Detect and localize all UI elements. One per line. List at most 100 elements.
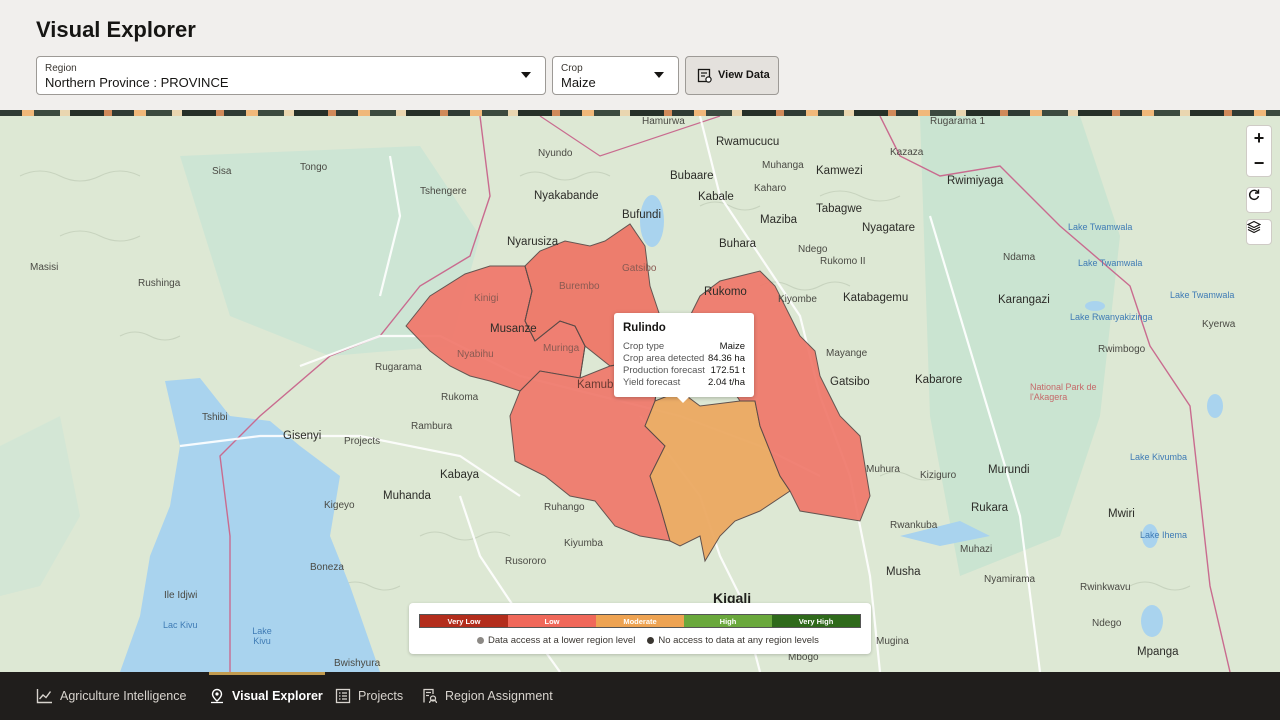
place-label: Tongo	[300, 162, 328, 173]
place-label: Nyarusiza	[507, 236, 559, 248]
place-label: Murundi	[988, 464, 1030, 476]
place-label: Nyabihu	[457, 349, 494, 360]
place-label: Sisa	[212, 166, 232, 177]
place-label: Muhanda	[383, 490, 431, 502]
legend-notes: Data access at a lower region level No a…	[477, 635, 819, 646]
tooltip-key: Yield forecast	[623, 377, 681, 388]
place-label: Kabarore	[915, 374, 963, 386]
place-label: Lake Twamwala	[1068, 222, 1133, 232]
view-data-button[interactable]: View Data	[685, 56, 779, 95]
place-label: Rwankuba	[890, 520, 938, 531]
place-label: Lake Kivu	[252, 626, 272, 646]
legend-high: High	[684, 615, 772, 627]
layers-button[interactable]	[1246, 219, 1272, 245]
place-label: Rusororo	[505, 556, 547, 567]
place-label: Ruhango	[544, 502, 585, 513]
place-label: Rugarama	[375, 362, 422, 373]
tooltip-key: Production forecast	[623, 365, 705, 376]
place-label: Tshibi	[202, 412, 228, 423]
district-tooltip: Rulindo Crop type Maize Crop area detecte…	[614, 313, 754, 403]
zoom-out-button[interactable]: −	[1254, 151, 1265, 175]
place-label: Rambura	[411, 421, 453, 432]
place-label: Nyamirama	[984, 574, 1036, 585]
place-label: Rwamucucu	[716, 136, 780, 148]
crop-select-value: Maize	[561, 75, 596, 90]
place-label: Rukomo II	[820, 256, 866, 267]
place-label: Kamwezi	[816, 165, 863, 177]
place-label: Ndama	[1003, 252, 1036, 263]
tooltip-row: Crop type Maize	[623, 341, 745, 352]
legend-note-lower: Data access at a lower region level	[477, 635, 635, 646]
nav-item-projects[interactable]: Projects	[335, 672, 403, 720]
place-label: Nyakabande	[534, 190, 599, 202]
place-label: Lake Ihema	[1140, 530, 1188, 540]
place-label: National Park de l'Akagera	[1030, 382, 1097, 402]
nav-item-region-assignment[interactable]: Region Assignment	[422, 672, 553, 720]
region-select[interactable]: Region Northern Province : PROVINCE	[36, 56, 546, 95]
zoom-in-button[interactable]: +	[1254, 127, 1265, 151]
legend-very-high: Very High	[772, 615, 860, 627]
place-label: Muhazi	[960, 544, 993, 555]
chart-icon	[36, 689, 52, 704]
map-pin-icon	[211, 688, 223, 704]
tooltip-row: Crop area detected 84.36 ha	[623, 353, 745, 364]
place-label: Kiziguro	[920, 470, 957, 481]
place-label: Gisenyi	[283, 430, 322, 442]
legend-scale: Very Low Low Moderate High Very High	[419, 614, 861, 628]
tooltip-key: Crop type	[623, 341, 665, 352]
place-label: Rushinga	[138, 278, 181, 289]
place-label: Lake Twamwala	[1170, 290, 1235, 300]
place-label: Lake Kivumba	[1130, 452, 1188, 462]
tooltip-arrow	[677, 397, 689, 403]
tooltip-value: Maize	[719, 341, 745, 352]
tooltip-row: Production forecast 172.51 t	[623, 365, 745, 376]
legend-note-none-text: No access to data at any region levels	[658, 635, 819, 646]
place-label: Gatsibo	[622, 263, 657, 274]
place-label: Boneza	[310, 562, 344, 573]
nav-item-label: Projects	[358, 689, 404, 703]
place-label: Buhara	[719, 238, 757, 250]
place-label: Kazaza	[890, 147, 924, 158]
chevron-down-icon	[521, 72, 531, 78]
region-select-label: Region	[45, 63, 77, 74]
place-label: Karangazi	[998, 294, 1050, 306]
place-label: Muringa	[543, 343, 580, 354]
layers-icon	[1247, 220, 1261, 234]
nav-item-label: Region Assignment	[445, 689, 553, 703]
place-label: Tabagwe	[816, 203, 863, 215]
place-label: Kiyumba	[564, 538, 603, 549]
place-label: Muhanga	[762, 160, 804, 171]
place-label: Tshengere	[420, 186, 467, 197]
crop-select[interactable]: Crop Maize	[552, 56, 679, 95]
place-label: Ile Idjwi	[164, 590, 198, 601]
place-label: Rukara	[971, 502, 1009, 514]
region-select-value: Northern Province : PROVINCE	[45, 75, 229, 90]
place-label: Masisi	[30, 262, 59, 273]
place-label: Kaharo	[754, 183, 787, 194]
place-label: Rukoma	[441, 392, 479, 403]
place-label: Kabale	[698, 191, 734, 203]
tooltip-value: 172.51 t	[710, 365, 745, 376]
tooltip-title: Rulindo	[623, 322, 666, 334]
place-label: Rwimbogo	[1098, 344, 1146, 355]
nav-item-agriculture-intelligence[interactable]: Agriculture Intelligence	[36, 672, 186, 720]
place-label: Bwishyura	[334, 658, 381, 669]
place-label: Burembo	[559, 281, 600, 292]
grey-dot-icon	[477, 637, 484, 644]
legend-moderate: Moderate	[596, 615, 684, 627]
nav-item-label: Visual Explorer	[232, 689, 323, 703]
place-label: Gatsibo	[830, 376, 870, 388]
place-label: Maziba	[760, 214, 798, 226]
place-label: Mpanga	[1137, 646, 1179, 658]
projects-icon	[335, 688, 351, 704]
place-label: Lake Rwanyakizinga	[1070, 312, 1153, 322]
legend-note-lower-text: Data access at a lower region level	[488, 635, 636, 646]
place-label: Mwiri	[1108, 508, 1135, 520]
place-label: Kyerwa	[1202, 319, 1236, 330]
place-label: Muhura	[866, 464, 900, 475]
refresh-button[interactable]	[1246, 187, 1272, 213]
legend-low: Low	[508, 615, 596, 627]
nav-item-visual-explorer[interactable]: Visual Explorer	[209, 672, 325, 720]
place-label: Lake Twamwala	[1078, 258, 1143, 268]
legend-note-none: No access to data at any region levels	[647, 635, 819, 646]
